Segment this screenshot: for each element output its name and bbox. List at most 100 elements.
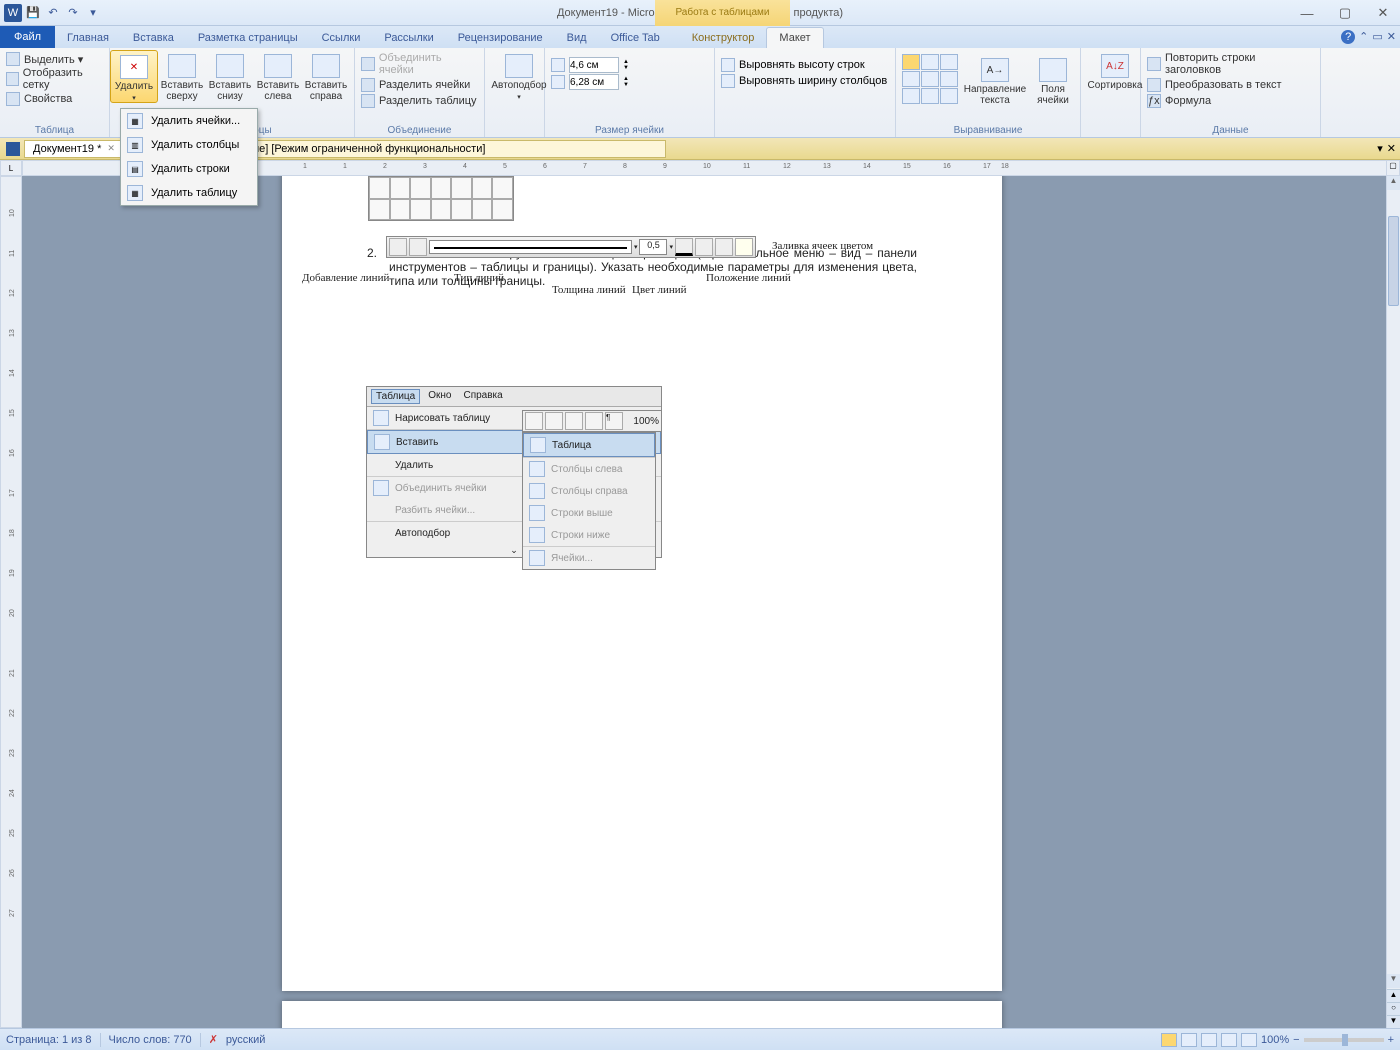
insert-right-button[interactable]: Вставить справа: [302, 50, 350, 103]
redo-icon[interactable]: ↷: [64, 4, 82, 22]
zoom-level[interactable]: 100%: [1261, 1034, 1289, 1046]
label-position: Положение линий: [706, 272, 791, 284]
minimize-button[interactable]: —: [1294, 6, 1320, 21]
properties-button[interactable]: Свойства: [6, 92, 103, 106]
tab-office-tab[interactable]: Office Tab: [599, 28, 672, 48]
group-cell-size: ▲▼ ▲▼ Размер ячейки: [545, 48, 715, 137]
autofit-button[interactable]: Автоподбор▾: [491, 50, 547, 101]
tab-table-design[interactable]: Конструктор: [680, 28, 767, 48]
insert-left-button[interactable]: Вставить слева: [254, 50, 302, 103]
vertical-ruler[interactable]: 101112131415161718192021222324252627: [0, 176, 22, 1028]
status-page[interactable]: Страница: 1 из 8: [6, 1034, 92, 1046]
zoom-in-icon[interactable]: +: [1388, 1034, 1394, 1046]
ruler-corner[interactable]: L: [0, 160, 22, 176]
autofit-icon: [505, 54, 533, 78]
delete-cells-icon: ▦: [127, 113, 143, 129]
select-button[interactable]: Выделить ▾: [6, 52, 103, 66]
repeat-header-button[interactable]: Повторить строки заголовков: [1147, 52, 1314, 76]
distribute-columns-button[interactable]: Выровнять ширину столбцов: [721, 74, 889, 88]
insert-above-button[interactable]: Вставить сверху: [158, 50, 206, 103]
close-tab-icon[interactable]: ✕: [107, 143, 115, 154]
ruler-toggle[interactable]: ▢: [1386, 160, 1400, 176]
group-data: Повторить строки заголовков Преобразоват…: [1141, 48, 1321, 137]
status-proofing-icon[interactable]: ✗: [209, 1033, 218, 1046]
cell-margins-button[interactable]: Поля ячейки: [1032, 54, 1074, 106]
ribbon-close-icon[interactable]: ✕: [1387, 30, 1396, 44]
save-icon[interactable]: 💾: [24, 4, 42, 22]
delete-rows-item[interactable]: ▤Удалить строки: [121, 157, 257, 181]
group-distribute: Выровнять высоту строк Выровнять ширину …: [715, 48, 895, 137]
group-sort: A↓ZСортировка: [1081, 48, 1141, 137]
tab-home[interactable]: Главная: [55, 28, 121, 48]
prev-page-icon[interactable]: ▲: [1387, 989, 1400, 1002]
ribbon-options-icon[interactable]: ▭: [1372, 30, 1382, 44]
insert-below-button[interactable]: Вставить снизу: [206, 50, 254, 103]
merge-cells-button[interactable]: Объединить ячейки: [361, 52, 478, 76]
tab-references[interactable]: Ссылки: [310, 28, 373, 48]
delete-columns-item[interactable]: ▥Удалить столбцы: [121, 133, 257, 157]
delete-dropdown: ▦Удалить ячейки... ▥Удалить столбцы ▤Уда…: [120, 108, 258, 206]
tab-close-all-icon[interactable]: ✕: [1387, 142, 1396, 155]
text-direction-icon: A→: [981, 58, 1009, 82]
sort-icon: A↓Z: [1101, 54, 1129, 78]
browse-object-icon[interactable]: ○: [1387, 1002, 1400, 1015]
qat-dropdown-icon[interactable]: ▾: [84, 4, 102, 22]
status-language[interactable]: русский: [226, 1034, 265, 1046]
grid-icon: [6, 72, 19, 86]
formula-button[interactable]: ƒxФормула: [1147, 94, 1314, 108]
tab-insert[interactable]: Вставка: [121, 28, 186, 48]
distribute-rows-button[interactable]: Выровнять высоту строк: [721, 58, 889, 72]
tab-table-layout[interactable]: Макет: [766, 27, 823, 48]
vertical-scrollbar[interactable]: ▲ ▼ ▲ ○ ▼: [1386, 176, 1400, 1028]
tab-mailings[interactable]: Рассылки: [372, 28, 445, 48]
ribbon-minimize-icon[interactable]: ⌃: [1359, 30, 1368, 44]
undo-icon[interactable]: ↶: [44, 4, 62, 22]
web-view-icon[interactable]: [1201, 1033, 1217, 1047]
alignment-grid[interactable]: [902, 54, 958, 106]
group-autofit: Автоподбор▾: [485, 48, 545, 137]
group-table: Выделить ▾ Отобразить сетку Свойства Таб…: [0, 48, 110, 137]
view-gridlines-button[interactable]: Отобразить сетку: [6, 67, 103, 91]
zoom-slider[interactable]: [1304, 1038, 1384, 1042]
outline-view-icon[interactable]: [1221, 1033, 1237, 1047]
help-icon[interactable]: ?: [1341, 30, 1355, 44]
doc-submenu-topbar: ¶ 100%: [522, 410, 662, 432]
draft-view-icon[interactable]: [1241, 1033, 1257, 1047]
tab-view[interactable]: Вид: [555, 28, 599, 48]
title-bar: W 💾 ↶ ↷ ▾ Документ19 - Microsoft Word (С…: [0, 0, 1400, 26]
split-cells-button[interactable]: Разделить ячейки: [361, 78, 478, 92]
scroll-down-icon[interactable]: ▼: [1387, 974, 1400, 988]
scroll-up-icon[interactable]: ▲: [1387, 176, 1400, 190]
window-controls: — ▢ ✕: [1294, 0, 1396, 26]
page-2: Таблица Окно Справка Нарисовать таблицу …: [282, 1001, 1002, 1028]
insert-below-icon: [216, 54, 244, 78]
tab-page-layout[interactable]: Разметка страницы: [186, 28, 310, 48]
print-layout-view-icon[interactable]: [1161, 1033, 1177, 1047]
tab-review[interactable]: Рецензирование: [446, 28, 555, 48]
scroll-thumb[interactable]: [1388, 216, 1399, 306]
word-icon: W: [4, 4, 22, 22]
convert-text-button[interactable]: Преобразовать в текст: [1147, 78, 1314, 92]
split-table-button[interactable]: Разделить таблицу: [361, 94, 478, 108]
file-tab[interactable]: Файл: [0, 26, 55, 48]
tab-menu-icon[interactable]: ▾: [1377, 142, 1383, 155]
insert-right-icon: [312, 54, 340, 78]
text-direction-button[interactable]: A→Направление текста: [964, 54, 1026, 106]
delete-table-item[interactable]: ▦Удалить таблицу: [121, 181, 257, 205]
next-page-icon[interactable]: ▼: [1387, 1015, 1400, 1028]
zoom-out-icon[interactable]: −: [1293, 1034, 1299, 1046]
delete-cells-item[interactable]: ▦Удалить ячейки...: [121, 109, 257, 133]
delete-icon: ✕: [120, 55, 148, 79]
width-icon: [551, 75, 565, 89]
close-button[interactable]: ✕: [1370, 5, 1396, 21]
document-canvas[interactable]: 2. Вызвать панель инструментов «Таблицы …: [22, 176, 1386, 1028]
column-width-field[interactable]: ▲▼: [551, 74, 708, 90]
fullscreen-view-icon[interactable]: [1181, 1033, 1197, 1047]
status-words[interactable]: Число слов: 770: [109, 1034, 192, 1046]
group-alignment: A→Направление текста Поля ячейки Выравни…: [895, 48, 1081, 137]
maximize-button[interactable]: ▢: [1332, 5, 1358, 21]
sort-button[interactable]: A↓ZСортировка: [1087, 50, 1143, 91]
doc-tab-1[interactable]: Документ19 *✕: [24, 140, 124, 158]
row-height-field[interactable]: ▲▼: [551, 57, 708, 73]
delete-button[interactable]: ✕Удалить▾: [110, 50, 158, 103]
